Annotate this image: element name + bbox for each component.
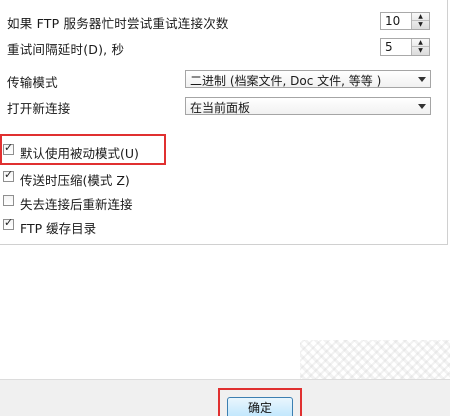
ok-button[interactable]: 确定: [227, 397, 293, 416]
retry-delay-stepper[interactable]: 5 ▲ ▼: [380, 38, 430, 56]
compress-transfer-label[interactable]: 传送时压缩(模式 Z): [20, 170, 130, 189]
compress-transfer-checkbox[interactable]: ✓: [3, 168, 14, 182]
group-border-right: [447, 0, 448, 245]
option-ftp-cache[interactable]: ✓ FTP 缓存目录: [3, 216, 163, 237]
reconnect-checkbox[interactable]: [3, 195, 14, 206]
retry-delay-label: 重试间隔延时(D), 秒: [7, 42, 125, 57]
highlight-box: [0, 134, 166, 165]
open-connection-value: 在当前面板: [190, 101, 251, 115]
group-border-bottom: [0, 244, 448, 245]
spin-down-icon[interactable]: ▼: [412, 21, 429, 29]
spin-up-icon[interactable]: ▲: [412, 13, 429, 21]
ftp-cache-label[interactable]: FTP 缓存目录: [20, 218, 96, 237]
retry-count-label: 如果 FTP 服务器忙时尝试重试连接次数: [7, 16, 229, 31]
open-connection-label: 打开新连接: [7, 101, 71, 116]
transfer-mode-label: 传输模式: [7, 75, 58, 90]
checkmark-icon: ✓: [4, 168, 14, 181]
open-connection-select[interactable]: 在当前面板: [185, 97, 431, 115]
ftp-settings-dialog: 如果 FTP 服务器忙时尝试重试连接次数 10 ▲ ▼ 重试间隔延时(D), 秒…: [0, 0, 450, 416]
spin-down-icon[interactable]: ▼: [412, 47, 429, 55]
connection-group-header: [0, 0, 60, 2]
transfer-mode-value: 二进制 (档案文件, Doc 文件, 等等 ): [190, 74, 382, 88]
retry-count-stepper[interactable]: 10 ▲ ▼: [380, 12, 430, 30]
reconnect-label[interactable]: 失去连接后重新连接: [20, 194, 133, 213]
retry-count-stepper-buttons: ▲ ▼: [411, 13, 429, 29]
ftp-cache-checkbox[interactable]: ✓: [3, 216, 14, 230]
transfer-mode-select[interactable]: 二进制 (档案文件, Doc 文件, 等等 ): [185, 70, 431, 88]
option-reconnect[interactable]: 失去连接后重新连接: [3, 194, 163, 213]
checkmark-icon: ✓: [4, 216, 14, 229]
chevron-down-icon[interactable]: [418, 77, 426, 82]
retry-delay-value[interactable]: 5: [385, 40, 393, 54]
chevron-down-icon[interactable]: [418, 104, 426, 109]
spin-up-icon[interactable]: ▲: [412, 39, 429, 47]
retry-count-value[interactable]: 10: [385, 14, 400, 28]
option-compress-transfer[interactable]: ✓ 传送时压缩(模式 Z): [3, 168, 163, 189]
retry-delay-stepper-buttons: ▲ ▼: [411, 39, 429, 55]
